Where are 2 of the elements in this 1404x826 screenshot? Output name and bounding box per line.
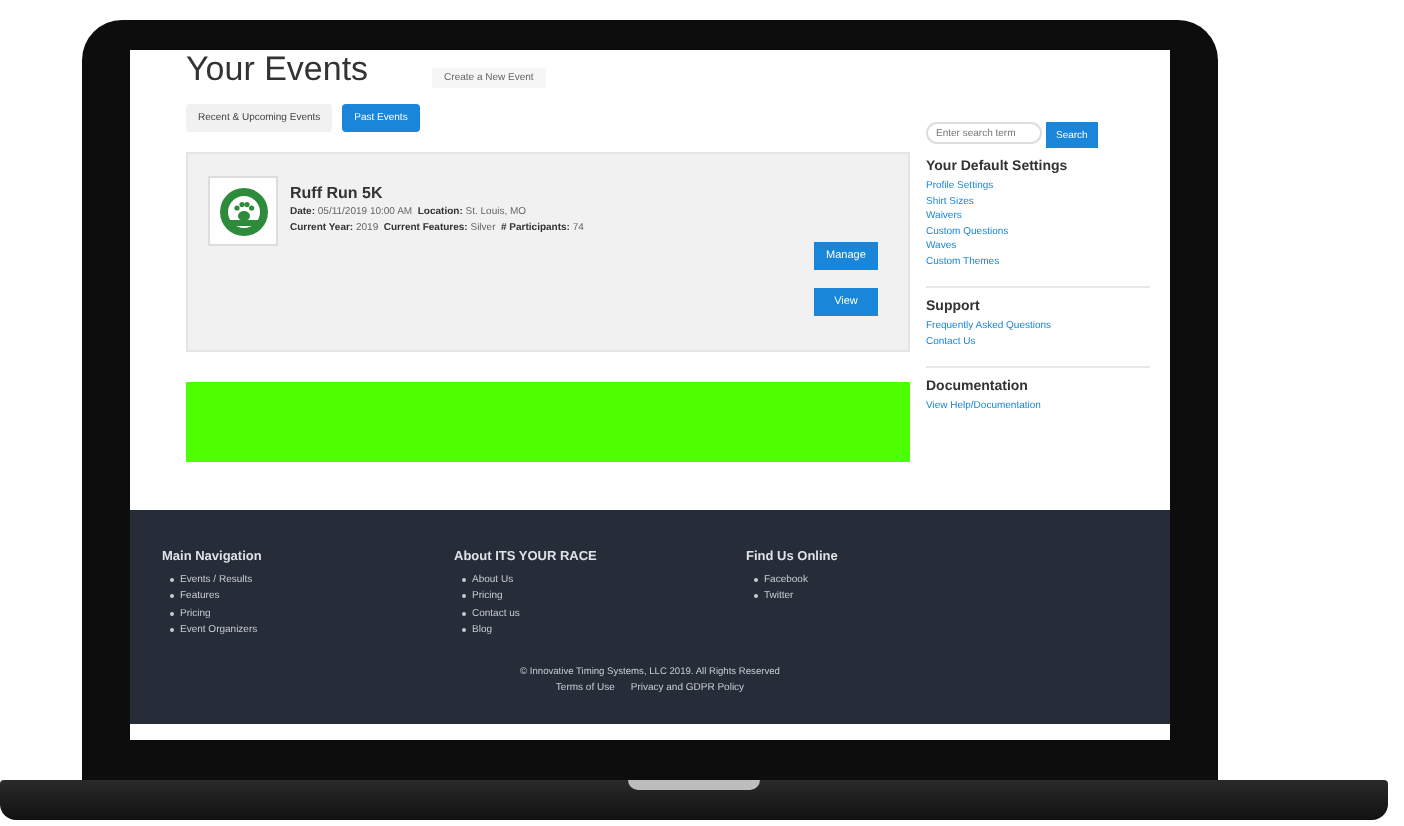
event-name: Ruff Run 5K <box>290 184 385 202</box>
page-title: Your Events <box>186 52 369 88</box>
